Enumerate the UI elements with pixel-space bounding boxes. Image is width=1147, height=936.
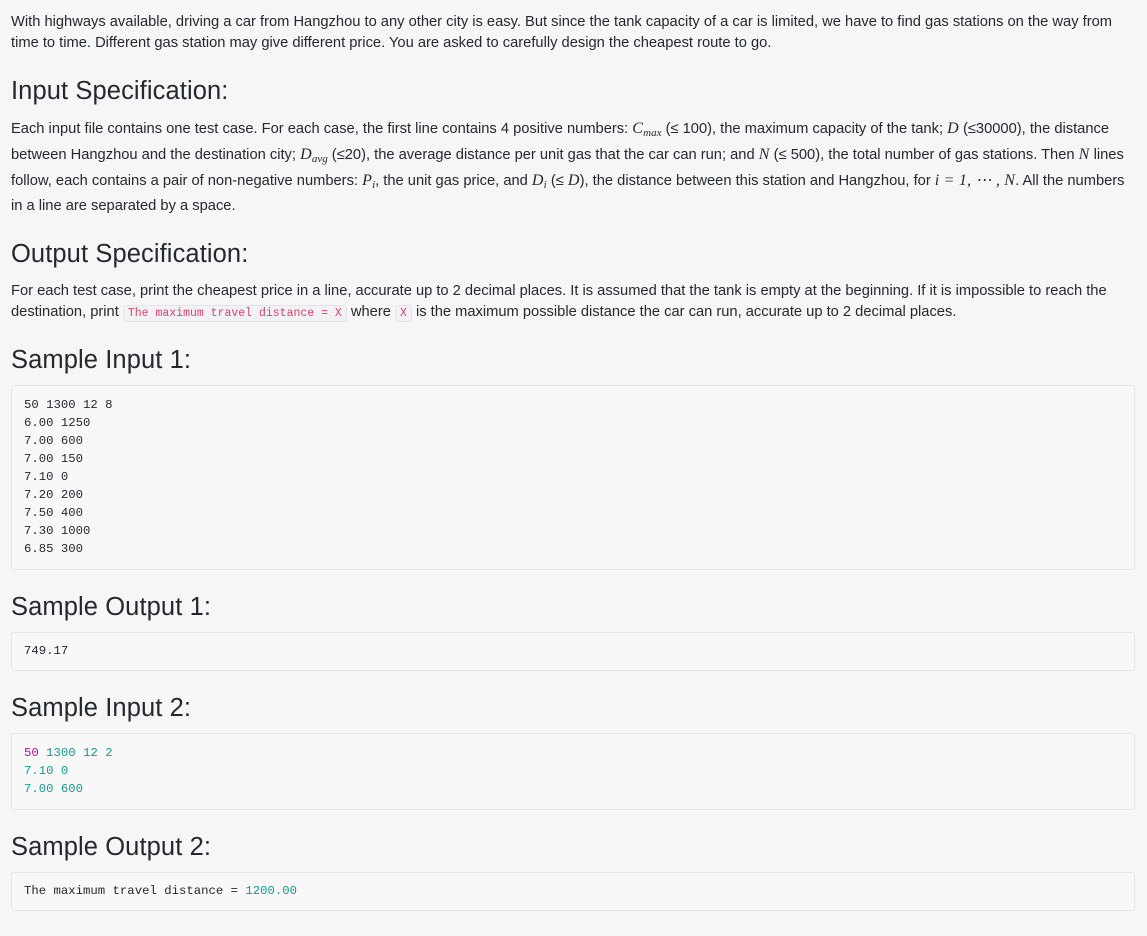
symbol-di: Di xyxy=(531,172,547,191)
code-token: 0 xyxy=(60,764,69,779)
code-token: 2 xyxy=(105,746,113,761)
code-token: 7.00 xyxy=(24,782,54,797)
input-specification-paragraph: Each input file contains one test case. … xyxy=(11,118,1136,217)
code-token: 7.10 xyxy=(24,764,54,779)
code-token: 50 xyxy=(24,746,39,761)
intro-paragraph: With highways available, driving a car f… xyxy=(11,14,1113,51)
symbol-index-range: i = 1, ⋯ , N xyxy=(934,172,1016,190)
symbol-davg-subscript: avg xyxy=(311,153,328,166)
input-text-b: (≤ 100), the maximum capacity of the tan… xyxy=(661,121,948,137)
code-token: 1300 xyxy=(46,746,76,761)
page-bottom-spacer xyxy=(11,911,1136,927)
symbol-cmax-subscript: max xyxy=(643,127,662,140)
output-specification-heading: Output Specification: xyxy=(11,240,249,269)
symbol-n-second: N xyxy=(1078,146,1090,164)
sample-output-2-code[interactable]: The maximum travel distance = 1200.00 xyxy=(11,872,1135,912)
symbol-cmax: Cmax xyxy=(632,120,662,140)
input-specification-heading: Input Specification: xyxy=(11,77,229,105)
symbol-pi-base: P xyxy=(362,172,373,190)
symbol-pi: Pi xyxy=(362,172,375,191)
sample-output-2-heading: Sample Output 2: xyxy=(11,833,212,862)
inline-code-x: X xyxy=(394,305,412,323)
sample-input-2-code[interactable]: 50 1300 12 2 7.10 0 7.00 600 xyxy=(11,733,1135,811)
symbol-d: D xyxy=(947,120,959,137)
input-text-d: (≤20), the average distance per unit gas… xyxy=(327,147,759,164)
symbol-davg: Davg xyxy=(300,146,328,166)
symbol-davg-base: D xyxy=(300,146,312,164)
sample-output-1-code[interactable]: 749.17 xyxy=(11,632,1135,672)
inline-code-message: The maximum travel distance = X xyxy=(122,305,347,323)
code-token: 600 xyxy=(60,782,84,797)
sample-input-2-heading: Sample Input 2: xyxy=(11,694,192,723)
sample-output-1-heading: Sample Output 1: xyxy=(11,593,212,622)
input-text-h: (≤ xyxy=(546,173,568,190)
symbol-cmax-base: C xyxy=(632,120,644,137)
problem-page: With highways available, driving a car f… xyxy=(0,12,1147,928)
code-token: 12 xyxy=(83,746,98,761)
output-specification-paragraph: For each test case, print the cheapest p… xyxy=(11,281,1136,323)
output-text-b: where xyxy=(346,304,395,321)
symbol-d-second: D xyxy=(567,172,580,190)
symbol-n: N xyxy=(758,146,770,164)
output-text-c: is the maximum possible distance the car… xyxy=(411,304,957,321)
code-token: 1200.00 xyxy=(245,884,298,899)
input-text-a: Each input file contains one test case. … xyxy=(11,121,633,137)
input-text-g: , the unit gas price, and xyxy=(375,173,532,190)
sample-input-1-code[interactable]: 50 1300 12 8 6.00 1250 7.00 600 7.00 150… xyxy=(11,385,1135,571)
input-text-i: ), the distance between this station and… xyxy=(579,173,935,190)
symbol-di-base: D xyxy=(531,172,544,190)
sample-input-1-heading: Sample Input 1: xyxy=(11,346,192,375)
code-token: The maximum travel distance = xyxy=(24,884,246,899)
input-text-e: (≤ 500), the total number of gas station… xyxy=(769,147,1079,164)
